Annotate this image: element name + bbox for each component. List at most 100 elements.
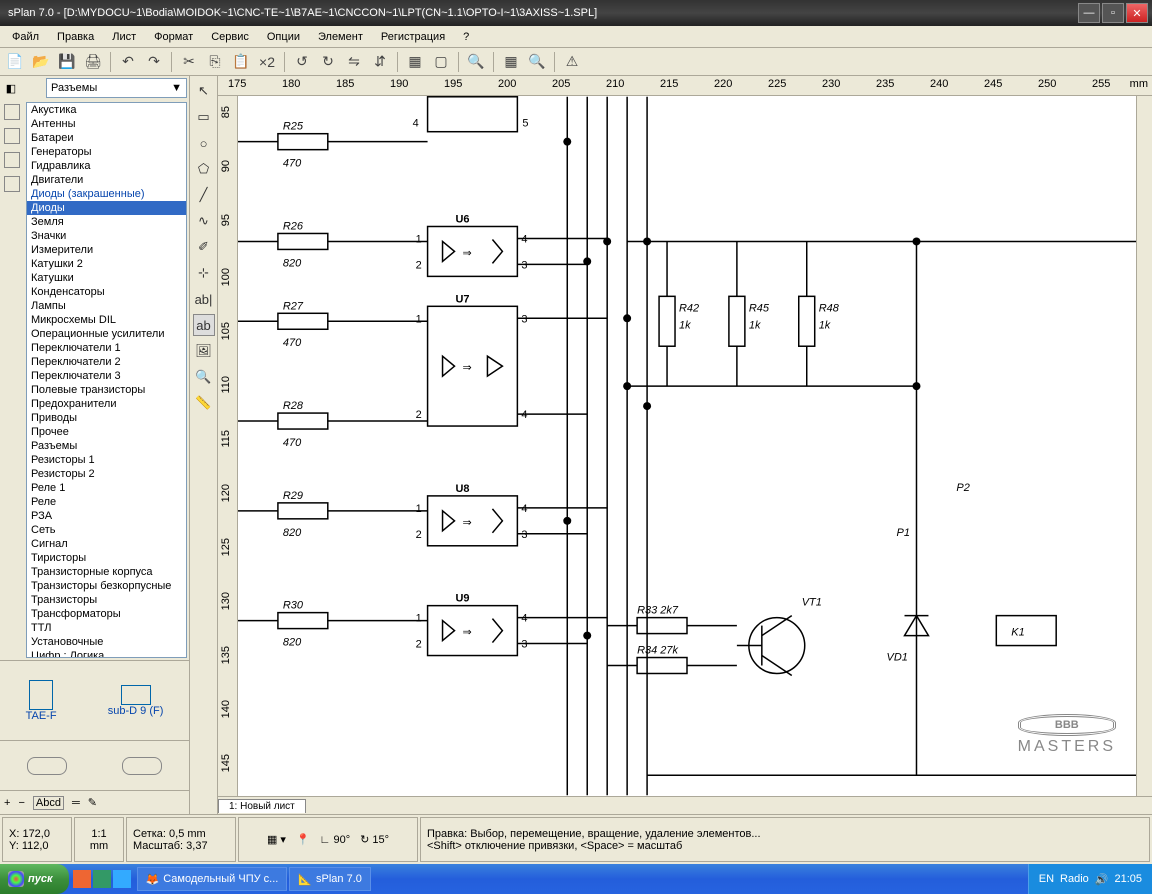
maximize-button[interactable]: ▫ — [1102, 3, 1124, 23]
vertical-scrollbar[interactable] — [1136, 96, 1152, 796]
zoom-icon[interactable]: 🔍 — [526, 51, 548, 73]
poly-tool[interactable]: ⬠ — [193, 158, 215, 180]
menu-Правка[interactable]: Правка — [49, 29, 102, 45]
bezier-tool[interactable]: ∿ — [193, 210, 215, 232]
label-tool[interactable]: ab — [193, 314, 215, 336]
ungroup-icon[interactable]: ▢ — [430, 51, 452, 73]
menu-Опции[interactable]: Опции — [259, 29, 308, 45]
warn-icon[interactable]: ⚠ — [561, 51, 583, 73]
menu-Регистрация[interactable]: Регистрация — [373, 29, 453, 45]
category-item[interactable]: Конденсаторы — [27, 285, 186, 299]
print-icon[interactable]: 🖨 — [82, 51, 104, 73]
menu-Лист[interactable]: Лист — [104, 29, 144, 45]
menu-?[interactable]: ? — [455, 29, 477, 45]
new-icon[interactable]: 📄 — [4, 51, 26, 73]
zoom-in-icon[interactable]: + — [4, 797, 10, 809]
lib-icon[interactable]: ◧ — [0, 76, 22, 100]
category-item[interactable]: Переключатели 3 — [27, 369, 186, 383]
category-item[interactable]: Двигатели — [27, 173, 186, 187]
category-item[interactable]: Переключатели 1 — [27, 341, 186, 355]
measure-tool[interactable]: 📏 — [193, 392, 215, 414]
category-list[interactable]: АкустикаАнтенныБатареиГенераторыГидравли… — [26, 102, 187, 658]
zoom-tool[interactable]: 🔍 — [193, 366, 215, 388]
category-item[interactable]: Микросхемы DIL — [27, 313, 186, 327]
category-item[interactable]: Тиристоры — [27, 551, 186, 565]
component-preview-2[interactable] — [0, 740, 189, 790]
line-tool[interactable]: ╱ — [193, 184, 215, 206]
flip-h-icon[interactable]: ⇋ — [343, 51, 365, 73]
zoom-out-icon[interactable]: − — [18, 797, 24, 809]
redo-icon[interactable]: ↷ — [143, 51, 165, 73]
system-tray[interactable]: EN Radio 🔊 21:05 — [1028, 864, 1152, 894]
category-item[interactable]: Цифр.: Логика — [27, 649, 186, 658]
clock[interactable]: 21:05 — [1114, 873, 1142, 885]
category-item[interactable]: Батареи — [27, 131, 186, 145]
line-icon[interactable]: ═ — [72, 797, 80, 809]
category-item[interactable]: Установочные — [27, 635, 186, 649]
category-item[interactable]: Разъемы — [27, 439, 186, 453]
category-item[interactable]: Сеть — [27, 523, 186, 537]
category-item[interactable]: Транзисторы — [27, 593, 186, 607]
category-item[interactable]: Гидравлика — [27, 159, 186, 173]
category-item[interactable]: Лампы — [27, 299, 186, 313]
category-item[interactable]: Транзисторные корпуса — [27, 565, 186, 579]
lib-ic3[interactable] — [4, 152, 20, 168]
undo-icon[interactable]: ↶ — [117, 51, 139, 73]
category-item[interactable]: Катушки — [27, 271, 186, 285]
close-button[interactable]: ✕ — [1126, 3, 1148, 23]
category-item[interactable]: Сигнал — [27, 537, 186, 551]
menu-Элемент[interactable]: Элемент — [310, 29, 371, 45]
category-item[interactable]: Приводы — [27, 411, 186, 425]
ql-icon-2[interactable] — [93, 870, 111, 888]
category-item[interactable]: Прочее — [27, 425, 186, 439]
lang-indicator[interactable]: EN — [1039, 873, 1054, 885]
copy-icon[interactable]: ⎘ — [204, 51, 226, 73]
group-icon[interactable]: ▦ — [404, 51, 426, 73]
find-icon[interactable]: 🔍 — [465, 51, 487, 73]
circle-tool[interactable]: ○ — [193, 132, 215, 154]
node-tool[interactable]: ⊹ — [193, 262, 215, 284]
grid-icon[interactable]: ▦ — [500, 51, 522, 73]
category-item[interactable]: Диоды — [27, 201, 186, 215]
category-item[interactable]: Транзисторы безкорпусные — [27, 579, 186, 593]
category-item[interactable]: Катушки 2 — [27, 257, 186, 271]
sheet-tab-1[interactable]: 1: Новый лист — [218, 799, 306, 813]
category-item[interactable]: Антенны — [27, 117, 186, 131]
flip-v-icon[interactable]: ⇵ — [369, 51, 391, 73]
menu-Сервис[interactable]: Сервис — [203, 29, 257, 45]
rotate-r-icon[interactable]: ↻ — [317, 51, 339, 73]
menu-Формат[interactable]: Формат — [146, 29, 201, 45]
ql-icon-3[interactable] — [113, 870, 131, 888]
category-item[interactable]: Земля — [27, 215, 186, 229]
category-item[interactable]: РЗА — [27, 509, 186, 523]
task-firefox[interactable]: 🦊 Самодельный ЧПУ с... — [137, 867, 288, 891]
save-icon[interactable]: 💾 — [56, 51, 78, 73]
pointer-tool[interactable]: ↖ — [193, 80, 215, 102]
category-item[interactable]: Резисторы 2 — [27, 467, 186, 481]
minimize-button[interactable]: — — [1078, 3, 1100, 23]
category-item[interactable]: ТТЛ — [27, 621, 186, 635]
category-item[interactable]: Акустика — [27, 103, 186, 117]
category-item[interactable]: Трансформаторы — [27, 607, 186, 621]
paste-icon[interactable]: 📋 — [230, 51, 252, 73]
snap-btn-icon[interactable]: 📍 — [296, 833, 310, 846]
category-item[interactable]: Измерители — [27, 243, 186, 257]
edit-icon[interactable]: ✎ — [88, 796, 97, 809]
category-item[interactable]: Значки — [27, 229, 186, 243]
category-item[interactable]: Переключатели 2 — [27, 355, 186, 369]
schematic-canvas[interactable]: R25470R26820R27470R28470R29820R3082045U6… — [238, 96, 1136, 796]
ql-icon-1[interactable] — [73, 870, 91, 888]
category-dropdown[interactable]: Разъемы▼ — [46, 78, 187, 98]
lib-ic2[interactable] — [4, 128, 20, 144]
task-splan[interactable]: 📐 sPlan 7.0 — [289, 867, 371, 891]
rotate-l-icon[interactable]: ↺ — [291, 51, 313, 73]
menu-Файл[interactable]: Файл — [4, 29, 47, 45]
component-preview[interactable]: TAE-F sub-D 9 (F) — [0, 660, 189, 740]
abcd-icon[interactable]: Abcd — [33, 796, 64, 810]
open-icon[interactable]: 📂 — [30, 51, 52, 73]
cut-icon[interactable]: ✂ — [178, 51, 200, 73]
rect-tool[interactable]: ▭ — [193, 106, 215, 128]
category-item[interactable]: Генераторы — [27, 145, 186, 159]
volume-icon[interactable]: 🔊 — [1095, 873, 1109, 886]
freehand-tool[interactable]: ✐ — [193, 236, 215, 258]
